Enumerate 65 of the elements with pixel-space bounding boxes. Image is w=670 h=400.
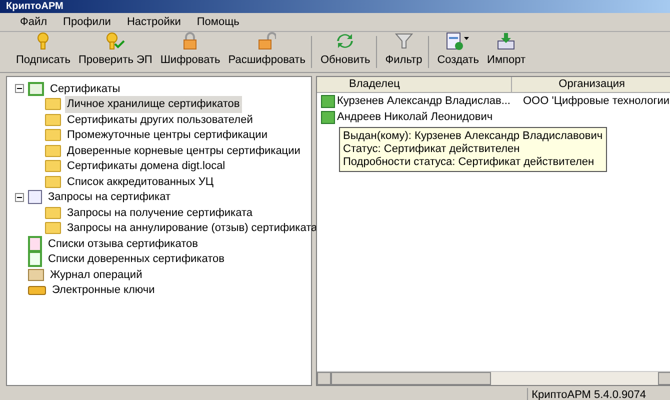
toolbar-button[interactable]: Проверить ЭП (76, 32, 154, 68)
toolbar-button[interactable]: Импорт (485, 32, 528, 68)
tooltip-line: Выдан(кому): Курзенев Александр Владиславович (343, 130, 603, 143)
tree-item[interactable]: Список аккредитованных УЦ (65, 174, 216, 190)
folder-icon (45, 160, 61, 172)
column-header[interactable]: Владелец (317, 77, 512, 93)
tree-item[interactable]: Запросы на сертификат (46, 189, 173, 206)
scroll-left-button[interactable] (317, 372, 331, 385)
certificate-icon (28, 82, 44, 96)
table-cell-text: Курзенев Александр Владислав... (337, 94, 512, 109)
journal-icon (28, 268, 44, 281)
certificate-list-icon (28, 236, 42, 252)
valid-certificate-icon (321, 110, 335, 124)
tree-item[interactable]: Электронные ключи (50, 282, 157, 298)
tree-item[interactable]: Сертификаты других пользователей (65, 112, 255, 128)
toolbar-button[interactable]: Фильтр (383, 32, 424, 68)
usb-key-icon (28, 286, 46, 295)
tooltip-line: Подробности статуса: Сертификат действителен (343, 156, 596, 169)
tree-item[interactable]: Запросы на аннулирование (отзыв) сертификата (65, 220, 320, 236)
menu-item[interactable]: Файл (20, 14, 48, 30)
tree-item[interactable]: Промежуточные центры сертификации (65, 127, 270, 144)
toolbar-button[interactable]: Обновить (318, 32, 372, 68)
form-icon (28, 190, 42, 204)
toolbar-button[interactable]: Расшифровать (226, 32, 308, 68)
status-text: КриптоАРМ 5.4.0.9074 (526, 388, 650, 400)
refresh-icon (336, 32, 354, 50)
folder-icon (45, 129, 61, 142)
toolbar-button[interactable]: Шифровать (158, 32, 222, 68)
column-header[interactable]: Организация (512, 77, 670, 93)
tree-item[interactable]: Журнал операций (48, 266, 144, 283)
folder-icon (45, 98, 61, 110)
collapse-toggle[interactable] (15, 84, 24, 94)
window-title: КриптоАРМ (6, 0, 64, 12)
document-plus-icon (446, 32, 470, 50)
table-cell-text: ООО 'Цифровые технологии' (522, 94, 670, 109)
folder-icon (45, 144, 61, 157)
tree-item[interactable]: Личное хранилище сертификатов (65, 96, 242, 112)
filter-icon (394, 32, 413, 50)
valid-certificate-icon (321, 94, 335, 108)
folder-icon (45, 222, 61, 234)
tree-item[interactable]: Сертификаты (48, 80, 122, 97)
toolbar-button[interactable]: Создать (435, 32, 482, 68)
folder-icon (45, 206, 61, 219)
scrollbar-thumb[interactable] (331, 372, 491, 385)
menu-item[interactable]: Профили (63, 14, 111, 30)
certificate-list-icon (28, 251, 42, 268)
table-cell-text: Андреев Николай Леонидович (337, 110, 494, 125)
tree-item[interactable]: Доверенные корневые центры сертификации (65, 142, 302, 159)
tree-item[interactable]: Списки отзыва сертификатов (46, 236, 200, 252)
toolbar-button[interactable]: Подписать (14, 32, 72, 68)
menu-item[interactable]: Настройки (126, 14, 181, 30)
unlocked-lock-icon (258, 32, 276, 50)
key-check-icon (105, 32, 126, 50)
folder-icon (45, 176, 61, 188)
tree-item[interactable]: Списки доверенных сертификатов (46, 251, 226, 268)
key-icon (36, 32, 50, 50)
lock-icon (182, 32, 198, 50)
import-icon (496, 32, 516, 50)
tree-item[interactable]: Сертификаты домена digt.local (65, 158, 228, 174)
tooltip-line: Статус: Сертификат действителен (343, 143, 521, 156)
collapse-toggle[interactable] (15, 192, 24, 202)
scroll-right-button[interactable] (658, 372, 670, 385)
tree-item[interactable]: Запросы на получение сертификата (65, 204, 254, 221)
folder-icon (45, 114, 61, 126)
menu-item[interactable]: Помощь (196, 14, 240, 30)
